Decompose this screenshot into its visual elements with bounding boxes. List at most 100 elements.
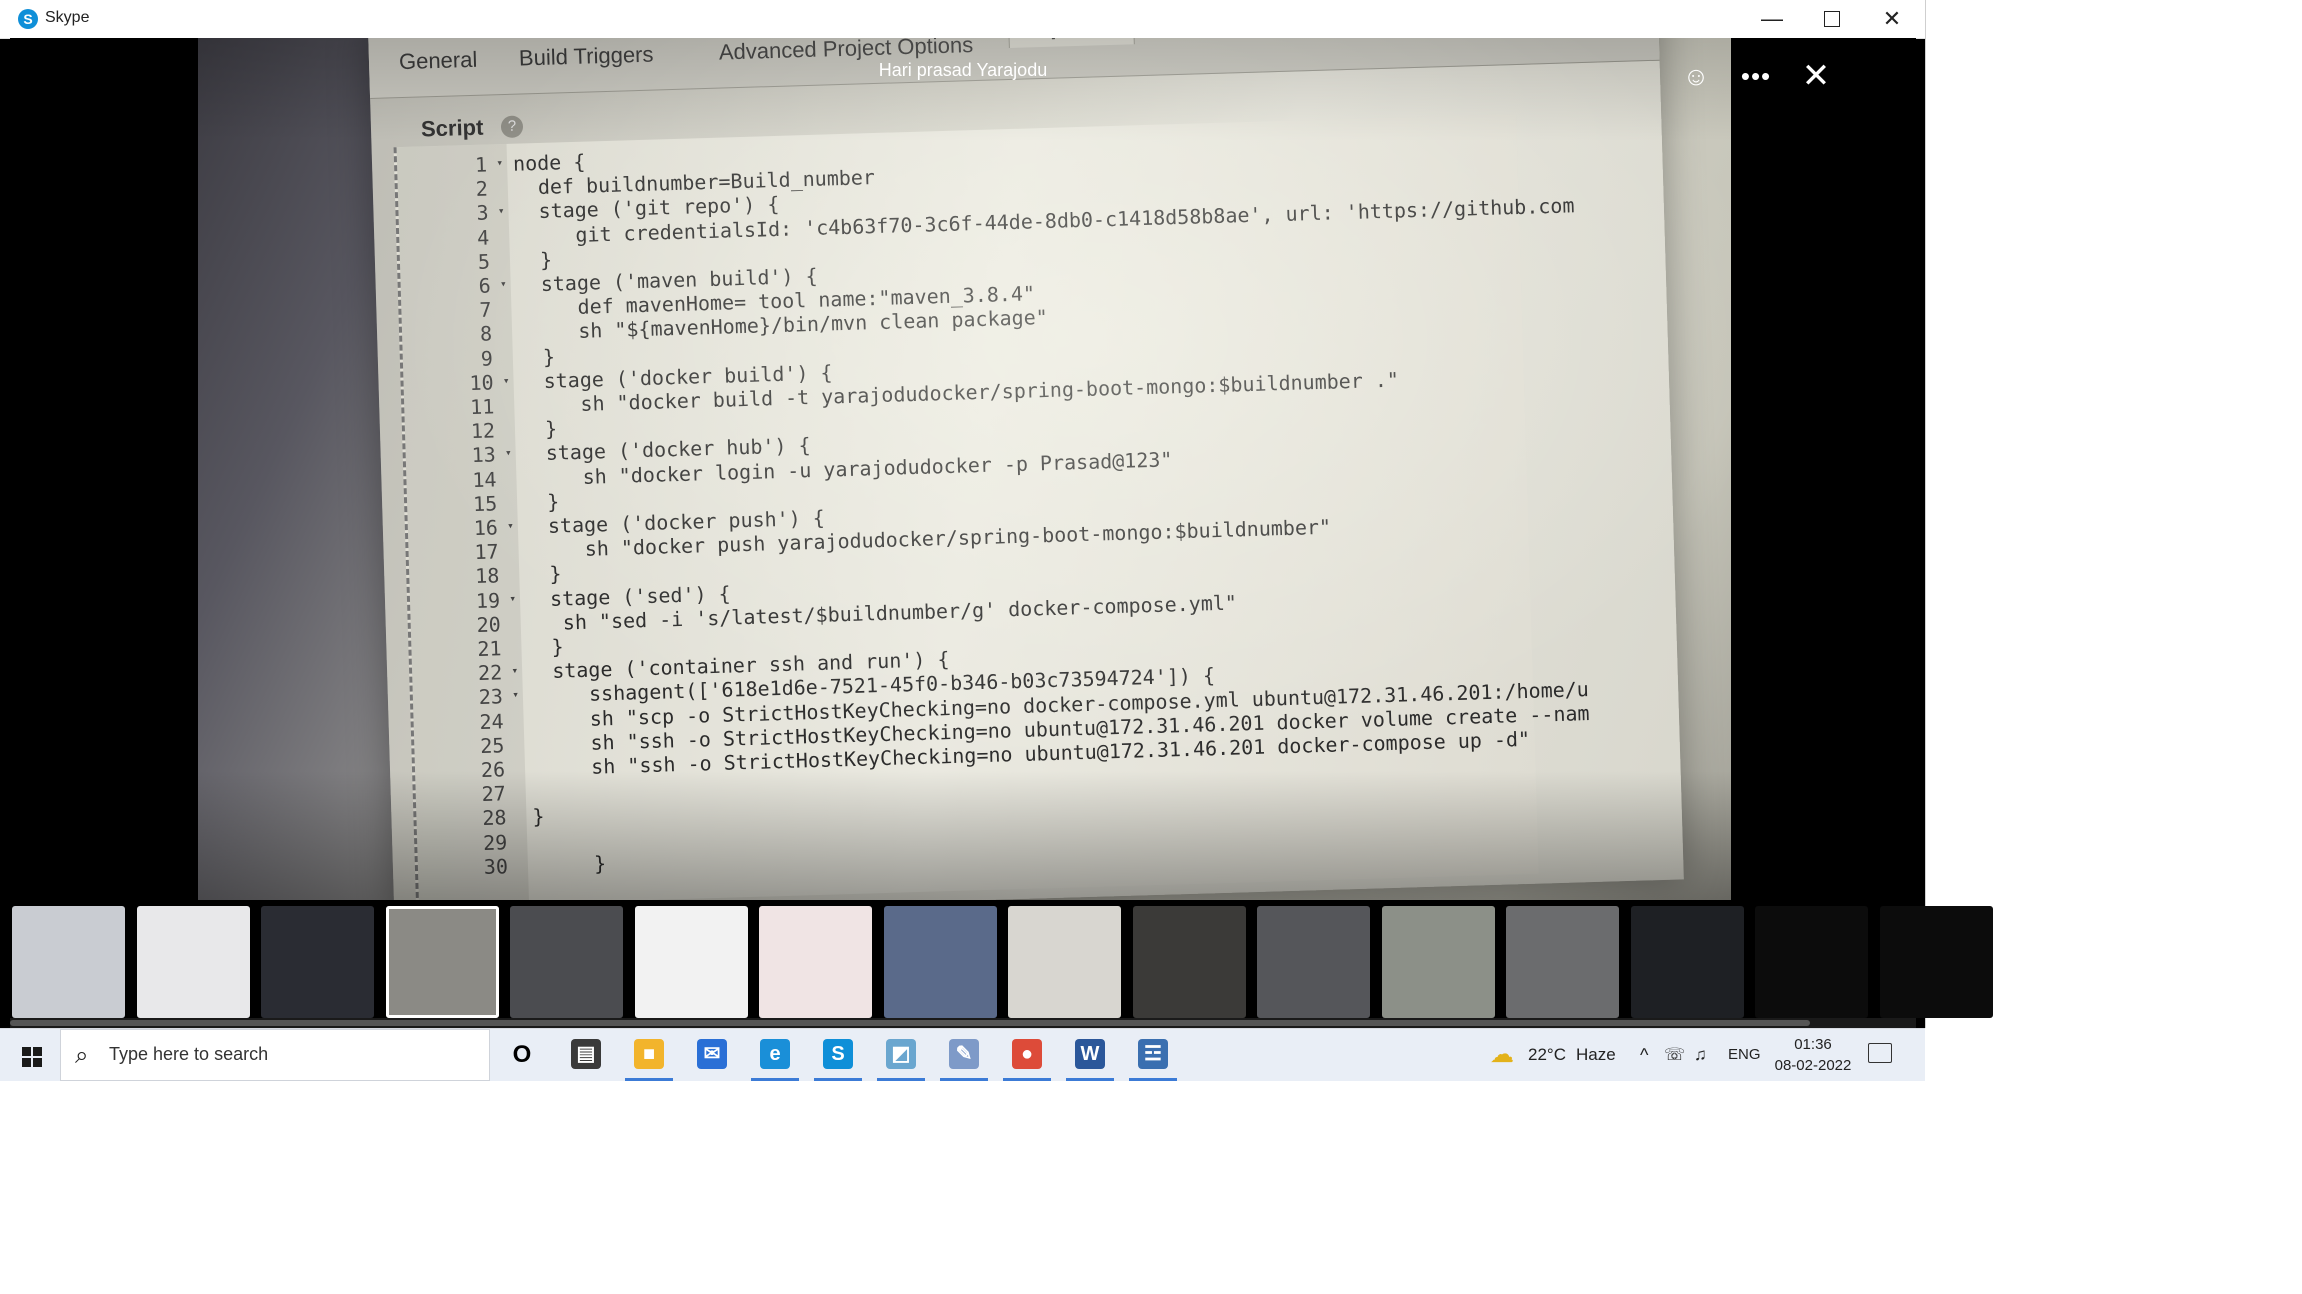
title-bar: S Skype — ✕: [0, 0, 1925, 39]
task-view-button[interactable]: O: [492, 1029, 552, 1081]
window-title: Skype: [45, 9, 90, 26]
line-number: 20: [476, 612, 502, 637]
line-number: 15: [472, 491, 498, 516]
minimize-button[interactable]: —: [1742, 0, 1802, 38]
code-line: }: [524, 561, 562, 587]
line-number: 8: [479, 321, 493, 347]
skype-window: S Skype — ✕ General Build Triggers Advan…: [0, 0, 1993, 1028]
line-number: 19 ▾: [475, 587, 517, 613]
chrome-icon: ●: [1012, 1039, 1042, 1069]
search-placeholder: Type here to search: [109, 1044, 269, 1064]
line-number: 16 ▾: [473, 515, 515, 541]
taskbar-app-vmware[interactable]: ◩: [871, 1029, 931, 1081]
thumb-11[interactable]: [1257, 906, 1370, 1018]
widgets-icon: ▤: [571, 1039, 601, 1069]
line-number: 2: [475, 176, 489, 202]
line-number: 28: [482, 805, 507, 831]
script-label: Script: [420, 114, 484, 142]
scrollbar-thumb[interactable]: [10, 1020, 1810, 1026]
thumb-15[interactable]: [1755, 906, 1868, 1018]
taskbar-app-mail[interactable]: ✉: [682, 1029, 742, 1081]
help-icon: ?: [500, 115, 524, 139]
maximize-button[interactable]: [1802, 0, 1862, 38]
thumbnail-strip: [10, 900, 1993, 1018]
weather-temperature[interactable]: 22°C: [1528, 1029, 1566, 1081]
thumb-12[interactable]: [1381, 906, 1495, 1018]
line-number: 1 ▾: [474, 152, 504, 177]
thumb-14[interactable]: [1630, 906, 1744, 1018]
thumb-4[interactable]: [385, 906, 499, 1018]
thumb-2[interactable]: [136, 906, 250, 1018]
line-gutter: 1 ▾ 2 3 ▾ 4 5 6 ▾ 7 8 9 10 ▾ 11 12 13 ▾ 14 15 16 ▾ 17 18 19 ▾ 20 21…: [396, 143, 530, 900]
code-line: }: [515, 247, 553, 273]
thumbnail-scrollbar[interactable]: [10, 1018, 1916, 1028]
windows-taskbar: ⌕ Type here to search O ▤ ■ ✉ e S ◩ ✎ ● W ☲ ☁ 22°…: [0, 1028, 1925, 1081]
weather-icon[interactable]: ☁: [1490, 1029, 1514, 1081]
more-options-icon[interactable]: •••: [1736, 56, 1776, 96]
clock[interactable]: 01:36 08-02-2022: [1768, 1034, 1858, 1076]
taskbar-app-chrome[interactable]: ●: [997, 1029, 1057, 1081]
windows-logo-pane: [33, 1058, 42, 1067]
line-number: 12: [470, 418, 496, 444]
taskbar-search-box[interactable]: ⌕ Type here to search: [60, 1029, 490, 1081]
line-number: 25: [479, 733, 505, 758]
thumb-8[interactable]: [883, 906, 997, 1018]
thumb-3[interactable]: [261, 906, 374, 1018]
taskbar-app-word[interactable]: W: [1060, 1029, 1120, 1081]
line-number: 17: [474, 539, 499, 565]
line-number: 11: [469, 394, 495, 420]
start-button[interactable]: [0, 1029, 58, 1081]
close-window-button[interactable]: ✕: [1862, 0, 1922, 38]
line-number: 13 ▾: [471, 442, 512, 468]
shared-photo: General Build Triggers Advanced Project …: [198, 38, 1731, 900]
line-number: 5: [477, 249, 491, 274]
meet-now-icon[interactable]: ☏: [1664, 1029, 1685, 1081]
taskbar-app-skype[interactable]: S: [808, 1029, 868, 1081]
line-number: 22 ▾: [477, 660, 519, 686]
line-number: 9: [480, 346, 494, 371]
caller-name: Hari prasad Yarajodu: [878, 60, 1048, 80]
volume-icon[interactable]: ♫: [1694, 1029, 1707, 1081]
thumb-13[interactable]: [1506, 906, 1619, 1018]
input-language[interactable]: ENG: [1728, 1029, 1761, 1081]
line-number: 30: [483, 854, 509, 879]
windows-logo-icon: [22, 1047, 31, 1056]
mail-icon: ✉: [697, 1039, 727, 1069]
show-hidden-icons-chevron-icon[interactable]: ^: [1640, 1029, 1648, 1081]
taskbar-app-network-tool[interactable]: ☲: [1123, 1029, 1183, 1081]
line-number: 24: [479, 708, 504, 734]
thumb-1[interactable]: [12, 906, 125, 1018]
weather-description[interactable]: Haze: [1576, 1029, 1616, 1081]
react-emoji-icon[interactable]: ☺: [1676, 56, 1716, 96]
thumb-10[interactable]: [1132, 906, 1246, 1018]
windows-logo-pane: [22, 1058, 31, 1067]
pen-tool-icon: ✎: [949, 1039, 979, 1069]
code-area: node { def buildnumber=Build_number stag…: [397, 114, 1590, 876]
code-line: }: [522, 489, 560, 515]
task-view-icon: O: [512, 1041, 532, 1068]
taskbar-app-file-explorer[interactable]: ■: [619, 1029, 679, 1081]
taskbar-app-pen-tool[interactable]: ✎: [934, 1029, 994, 1081]
clock-time: 01:36: [1794, 1036, 1832, 1053]
thumb-6[interactable]: [634, 906, 748, 1018]
taskbar-app-widgets[interactable]: ▤: [556, 1029, 616, 1081]
file-explorer-icon: ■: [634, 1039, 664, 1069]
clock-date: 08-02-2022: [1774, 1057, 1852, 1074]
thumb-7[interactable]: [759, 906, 872, 1018]
thumb-16[interactable]: [1879, 906, 1993, 1018]
taskbar-app-edge[interactable]: e: [745, 1029, 805, 1081]
code-line: }: [527, 634, 564, 660]
line-number: 27: [481, 781, 507, 807]
code-line: }: [533, 851, 607, 878]
notification-center-icon[interactable]: [1868, 1043, 1892, 1063]
line-number: 23 ▾: [478, 684, 520, 710]
line-number: 10 ▾: [469, 370, 510, 395]
fold-arrow-icon: ▾: [511, 664, 519, 678]
line-number: 4: [476, 225, 490, 250]
close-viewer-icon[interactable]: ✕: [1796, 56, 1836, 96]
line-number: 3 ▾: [476, 200, 505, 226]
code-line: }: [518, 344, 556, 370]
thumb-9[interactable]: [1008, 906, 1121, 1018]
skype-icon: S: [823, 1039, 853, 1069]
thumb-5[interactable]: [510, 906, 623, 1018]
